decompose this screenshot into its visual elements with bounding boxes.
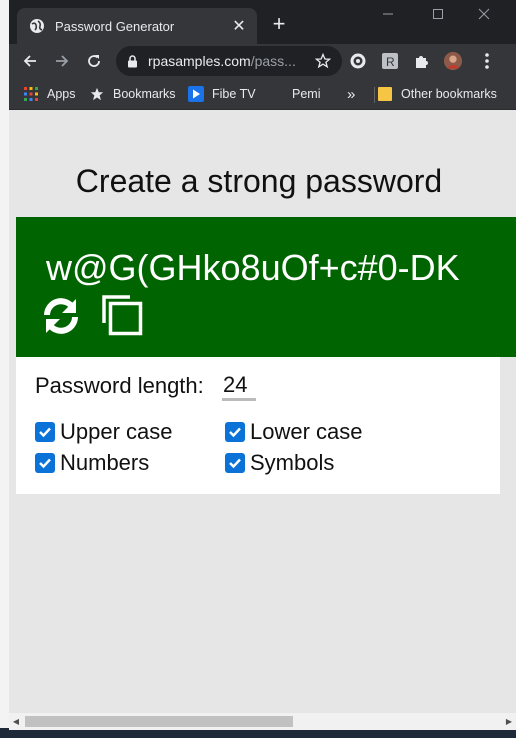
forward-icon[interactable] (49, 48, 75, 74)
minimize-icon[interactable] (373, 2, 403, 26)
checkbox-symbols[interactable] (225, 453, 245, 473)
horizontal-scrollbar[interactable]: ◀ ▶ (9, 713, 516, 730)
address-bar[interactable]: rpasamples.com/pass... (116, 46, 342, 76)
profile-avatar[interactable] (443, 51, 463, 71)
star-icon[interactable] (314, 52, 332, 70)
bookmark-apps-label: Apps (47, 87, 76, 101)
maximize-icon[interactable] (423, 2, 453, 26)
scroll-left-arrow-icon[interactable]: ◀ (11, 716, 21, 727)
page-title: Create a strong password (75, 163, 443, 199)
extension-r-icon[interactable]: R (380, 51, 400, 71)
url-text: rpasamples.com/pass... (148, 53, 314, 69)
option-symbols[interactable]: Symbols (225, 450, 334, 476)
bookmarks-overflow-button[interactable]: » (347, 84, 355, 104)
scrollbar-thumb[interactable] (25, 716, 293, 727)
password-panel: w@G(GHko8uOf+c#0-DK (16, 217, 516, 357)
option-upper-case-label: Upper case (60, 419, 173, 444)
copy-icon[interactable] (100, 293, 144, 337)
back-icon[interactable] (17, 48, 43, 74)
bookmark-bookmarks-label: Bookmarks (113, 87, 176, 101)
reload-icon[interactable] (81, 48, 107, 74)
browser-window: Password Generator ✕ + rpasamples.com/pa… (9, 0, 516, 730)
checkbox-numbers[interactable] (35, 453, 55, 473)
option-lower-case[interactable]: Lower case (225, 419, 363, 445)
option-numbers[interactable]: Numbers (35, 450, 149, 476)
page-viewport: Create a strong password w@G(GHko8uOf+c#… (9, 111, 516, 713)
menu-icon[interactable] (477, 51, 497, 71)
option-numbers-label: Numbers (60, 450, 150, 475)
tab-close-icon[interactable]: ✕ (227, 14, 251, 38)
bookmark-pemi-label: Pemi (292, 87, 321, 101)
bookmark-fibe-tv-label: Fibe TV (212, 87, 256, 101)
option-symbols-label: Symbols (250, 450, 335, 475)
bookmark-fibe-tv[interactable]: Fibe TV (188, 84, 256, 104)
apps-grid-icon (23, 86, 39, 102)
title-bar: Password Generator ✕ + (9, 0, 516, 44)
bookmarks-bar: Apps Bookmarks Fibe TV Pemi » Other book… (9, 78, 516, 110)
scroll-right-arrow-icon[interactable]: ▶ (504, 716, 514, 727)
password-length-input[interactable] (222, 371, 256, 401)
lock-icon (126, 54, 138, 68)
refresh-icon[interactable] (38, 293, 84, 339)
option-lower-case-label: Lower case (250, 419, 363, 444)
url-path: /pass... (250, 53, 296, 69)
checkbox-upper-case[interactable] (35, 422, 55, 442)
bookmarks-separator (374, 87, 375, 103)
svg-text:R: R (386, 55, 395, 69)
password-length-label: Password length: (35, 373, 204, 398)
play-icon (188, 86, 204, 102)
bookmark-apps[interactable]: Apps (23, 84, 76, 104)
options-panel: Password length: Upper case Lower case N… (16, 357, 500, 494)
star-icon (89, 86, 105, 102)
option-upper-case[interactable]: Upper case (35, 419, 173, 445)
new-tab-button[interactable]: + (267, 12, 291, 36)
bookmark-other-label: Other bookmarks (401, 87, 497, 101)
checkbox-lower-case[interactable] (225, 422, 245, 442)
tab-title: Password Generator (55, 18, 175, 34)
extensions-icon[interactable] (412, 51, 432, 71)
desktop-background (0, 0, 9, 738)
extension-icon[interactable] (348, 51, 368, 71)
folder-icon (377, 86, 393, 102)
bookmark-pemi[interactable]: Pemi (292, 84, 320, 104)
bookmark-other[interactable]: Other bookmarks (377, 84, 497, 104)
tab-password-generator[interactable]: Password Generator ✕ (17, 8, 257, 44)
close-window-icon[interactable] (469, 2, 499, 26)
bookmark-bookmarks[interactable]: Bookmarks (89, 84, 176, 104)
generated-password[interactable]: w@G(GHko8uOf+c#0-DK (46, 247, 460, 289)
globe-icon (29, 18, 45, 34)
url-host: rpasamples.com (148, 53, 251, 69)
browser-toolbar: rpasamples.com/pass... R (9, 44, 516, 78)
